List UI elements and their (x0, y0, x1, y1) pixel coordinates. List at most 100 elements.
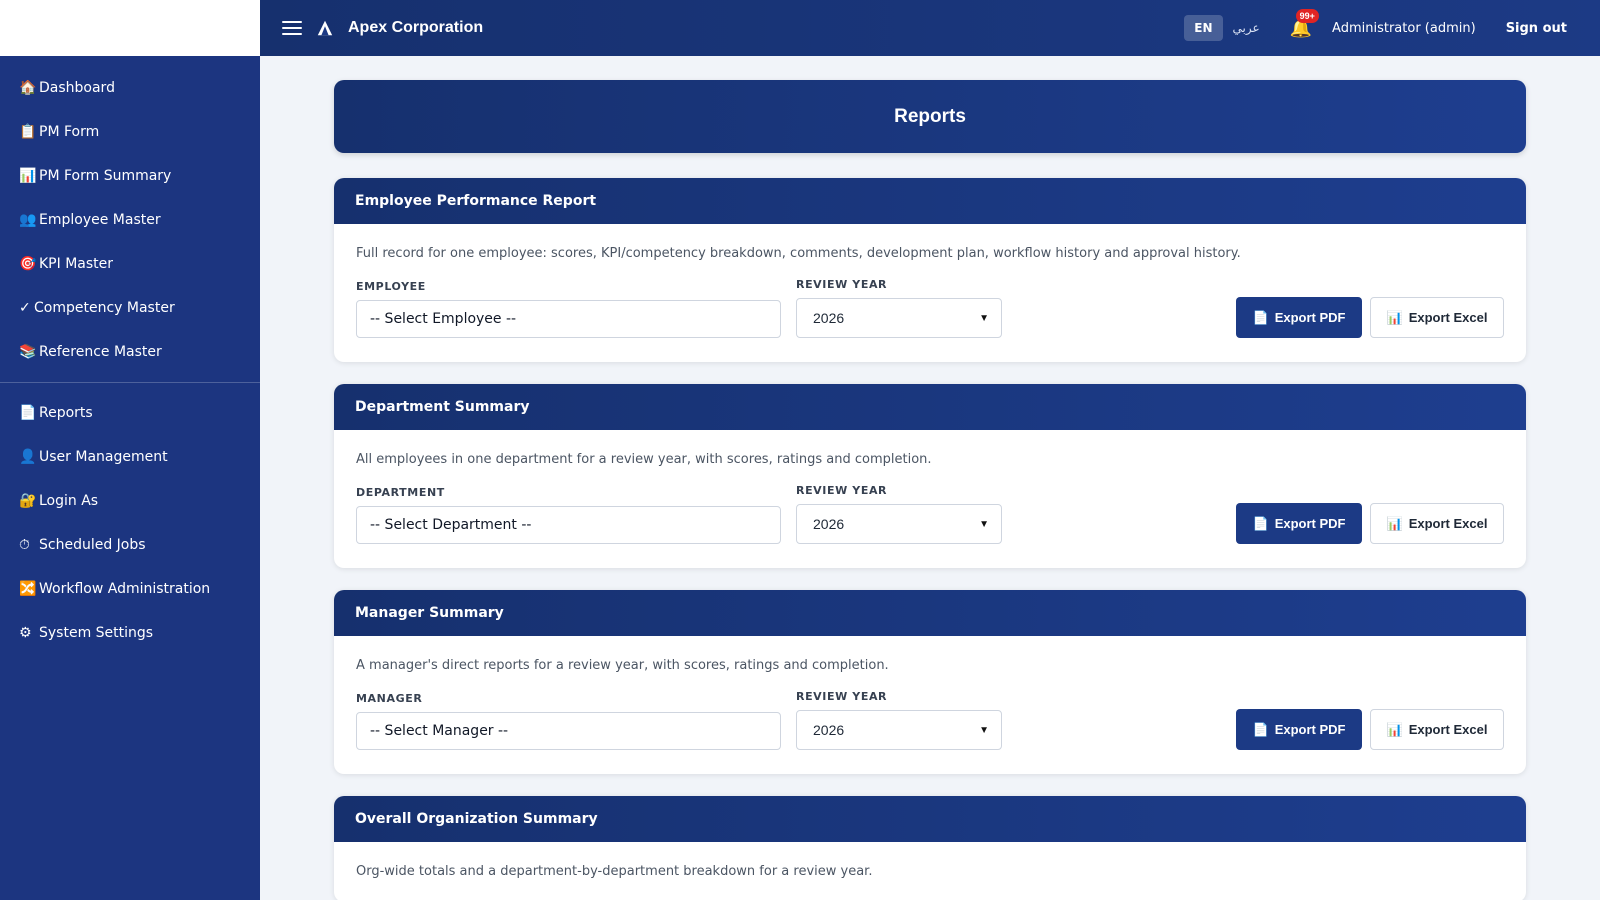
sidebar-item-label: KPI Master (39, 256, 114, 272)
card-title: Manager Summary (334, 590, 1526, 636)
report-card-employee-performance: Employee Performance Report Full record … (334, 178, 1526, 362)
card-body: Org-wide totals and a department-by-depa… (334, 842, 1526, 900)
target-icon: 🎯 (19, 256, 37, 272)
page-header: Reports (334, 80, 1526, 153)
pdf-file-icon: 📄 (1252, 515, 1269, 531)
review-year-select[interactable]: 2026 ▼ (796, 710, 1002, 750)
card-description: Org-wide totals and a department-by-depa… (356, 864, 873, 879)
review-year-field: REVIEW YEAR 2026 ▼ (796, 278, 1002, 338)
button-label: Export PDF (1274, 516, 1346, 531)
field-label: REVIEW YEAR (796, 278, 888, 291)
button-label: Export PDF (1274, 722, 1346, 737)
sidebar-item-label: Dashboard (39, 80, 115, 96)
sidebar-item-scheduled-jobs[interactable]: ⏱ Scheduled Jobs (0, 523, 260, 567)
topbar: Apex Corporation EN عربي 🔔 99+ Administr… (260, 0, 1600, 56)
language-ar-button[interactable]: عربي (1233, 21, 1260, 35)
department-field: DEPARTMENT -- Select Department -- (356, 486, 781, 544)
sidebar-item-label: PM Form Summary (39, 168, 172, 184)
report-card-organization-summary: Overall Organization Summary Org-wide to… (334, 796, 1526, 900)
select-value: 2026 (813, 310, 845, 326)
sidebar-item-system-settings[interactable]: ⚙ System Settings (0, 611, 260, 655)
language-en-button[interactable]: EN (1184, 15, 1223, 41)
chevron-down-icon: ▼ (979, 724, 989, 736)
field-label: REVIEW YEAR (796, 484, 888, 497)
main-content: Reports Employee Performance Report Full… (334, 80, 1526, 900)
review-year-field: REVIEW YEAR 2026 ▼ (796, 690, 1002, 750)
sidebar-item-workflow-administration[interactable]: 🔀 Workflow Administration (0, 567, 260, 611)
sidebar-item-pm-form[interactable]: 📋 PM Form (0, 110, 260, 154)
review-year-select[interactable]: 2026 ▼ (796, 504, 1002, 544)
review-year-select[interactable]: 2026 ▼ (796, 298, 1002, 338)
card-description: A manager's direct reports for a review … (356, 658, 889, 673)
export-excel-button[interactable]: 📊 Export Excel (1370, 709, 1504, 750)
sidebar-nav: 🏠 Dashboard 📋 PM Form 📊 PM Form Summary 👥 Em… (0, 56, 260, 655)
button-label: Export Excel (1408, 722, 1488, 737)
sidebar-item-label: Employee Master (39, 212, 161, 228)
card-title: Department Summary (334, 384, 1526, 430)
report-card-manager-summary: Manager Summary A manager's direct repor… (334, 590, 1526, 774)
sidebar-item-label: User Management (39, 449, 168, 465)
pdf-file-icon: 📄 (1252, 309, 1269, 325)
button-label: Export Excel (1408, 310, 1488, 325)
manager-field: MANAGER -- Select Manager -- (356, 692, 781, 750)
manager-select-input[interactable]: -- Select Manager -- (356, 712, 781, 750)
lock-key-icon: 🔐 (19, 493, 37, 509)
review-year-field: REVIEW YEAR 2026 ▼ (796, 484, 1002, 544)
brand-logo-icon (317, 20, 333, 36)
sidebar-item-label: PM Form (39, 124, 100, 140)
home-icon: 🏠 (19, 80, 37, 96)
employee-select-input[interactable]: -- Select Employee -- (356, 300, 781, 338)
sidebar-item-label: Scheduled Jobs (39, 537, 146, 553)
app-name: Apex Corporation (348, 19, 484, 36)
department-select-input[interactable]: -- Select Department -- (356, 506, 781, 544)
notifications-button[interactable]: 🔔 99+ (1290, 8, 1319, 39)
chevron-down-icon: ▼ (979, 312, 989, 324)
field-label: EMPLOYEE (356, 280, 426, 293)
sidebar-divider (0, 382, 260, 383)
sidebar-item-reports[interactable]: 📄 Reports (0, 391, 260, 435)
sidebar-item-employee-master[interactable]: 👥 Employee Master (0, 198, 260, 242)
sidebar-item-user-management[interactable]: 👤 User Management (0, 435, 260, 479)
checkmark-icon: ✓ (19, 300, 31, 316)
report-card-department-summary: Department Summary All employees in one … (334, 384, 1526, 568)
export-pdf-button[interactable]: 📄 Export PDF (1236, 297, 1362, 338)
sidebar-item-label: Login As (39, 493, 99, 509)
spreadsheet-chart-icon: 📊 (1386, 721, 1403, 737)
shuffle-icon: 🔀 (19, 581, 37, 597)
sidebar-item-reference-master[interactable]: 📚 Reference Master (0, 330, 260, 374)
field-label: DEPARTMENT (356, 486, 445, 499)
sidebar-item-kpi-master[interactable]: 🎯 KPI Master (0, 242, 260, 286)
card-description: Full record for one employee: scores, KP… (356, 246, 1241, 261)
gear-icon: ⚙ (19, 625, 32, 641)
field-label: MANAGER (356, 692, 423, 705)
button-label: Export PDF (1274, 310, 1346, 325)
sign-out-button[interactable]: Sign out (1506, 21, 1567, 36)
button-label: Export Excel (1408, 516, 1488, 531)
topbar-actions: EN عربي 🔔 99+ Administrator (admin) Sign… (1184, 0, 1600, 56)
sidebar-item-label: Reference Master (39, 344, 162, 360)
user-icon: 👤 (19, 449, 37, 465)
sidebar-item-pm-form-summary[interactable]: 📊 PM Form Summary (0, 154, 260, 198)
menu-toggle-icon[interactable] (282, 17, 302, 39)
notification-count-badge: 99+ (1295, 8, 1319, 23)
books-icon: 📚 (19, 344, 37, 360)
sidebar-item-login-as[interactable]: 🔐 Login As (0, 479, 260, 523)
card-body: Full record for one employee: scores, KP… (334, 224, 1526, 362)
spreadsheet-chart-icon: 📊 (1386, 515, 1403, 531)
sidebar-item-label: Workflow Administration (39, 581, 211, 597)
current-user: Administrator (admin) (1332, 20, 1476, 36)
card-description: All employees in one department for a re… (356, 452, 932, 467)
export-pdf-button[interactable]: 📄 Export PDF (1236, 709, 1362, 750)
card-title: Employee Performance Report (334, 178, 1526, 224)
field-label: REVIEW YEAR (796, 690, 888, 703)
sidebar-item-label: Reports (39, 405, 93, 421)
chevron-down-icon: ▼ (979, 518, 989, 530)
sidebar-item-competency-master[interactable]: ✓ Competency Master (0, 286, 260, 330)
sidebar-item-dashboard[interactable]: 🏠 Dashboard (0, 66, 260, 110)
export-excel-button[interactable]: 📊 Export Excel (1370, 503, 1504, 544)
employee-field: EMPLOYEE -- Select Employee -- (356, 280, 781, 338)
export-excel-button[interactable]: 📊 Export Excel (1370, 297, 1504, 338)
card-body: All employees in one department for a re… (334, 430, 1526, 568)
document-icon: 📄 (19, 405, 37, 421)
export-pdf-button[interactable]: 📄 Export PDF (1236, 503, 1362, 544)
